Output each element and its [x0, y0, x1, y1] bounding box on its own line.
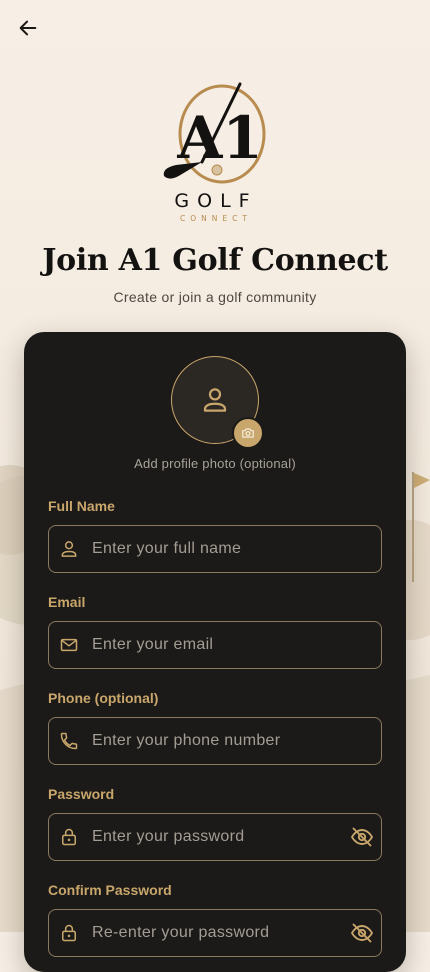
- page-subtitle: Create or join a golf community: [113, 289, 317, 305]
- camera-badge[interactable]: [232, 417, 264, 449]
- password-input[interactable]: [92, 814, 322, 860]
- eye-off-icon: [350, 923, 374, 943]
- full-name-field[interactable]: [48, 525, 382, 573]
- password-visibility-toggle[interactable]: [349, 824, 375, 850]
- full-name-label: Full Name: [48, 498, 115, 514]
- person-icon: [59, 539, 79, 559]
- phone-icon: [59, 731, 79, 751]
- signup-card: Add profile photo (optional) Full Name E…: [24, 332, 406, 972]
- full-name-input[interactable]: [92, 526, 322, 572]
- password-field[interactable]: [48, 813, 382, 861]
- confirm-password-field[interactable]: [48, 909, 382, 957]
- person-icon: [203, 388, 227, 412]
- password-label: Password: [48, 786, 115, 802]
- logo-wordmark: GOLF: [174, 190, 257, 212]
- mail-icon: [59, 635, 79, 655]
- app-logo: A1 GOLF CONNECT: [163, 82, 266, 223]
- profile-photo-caption: Add profile photo (optional): [134, 456, 296, 471]
- confirm-password-visibility-toggle[interactable]: [349, 920, 375, 946]
- lock-icon: [59, 827, 79, 847]
- arrow-left-icon: [19, 20, 37, 36]
- eye-off-icon: [350, 827, 374, 847]
- phone-field[interactable]: [48, 717, 382, 765]
- page-title: Join A1 Golf Connect: [42, 243, 388, 278]
- phone-input[interactable]: [92, 718, 322, 764]
- camera-icon: [242, 428, 254, 438]
- logo-mark-text: A1: [176, 104, 262, 172]
- confirm-password-label: Confirm Password: [48, 882, 172, 898]
- email-label: Email: [48, 594, 86, 610]
- email-input[interactable]: [92, 622, 322, 668]
- logo-tagline: CONNECT: [180, 214, 252, 223]
- back-button[interactable]: [14, 14, 42, 42]
- lock-icon: [59, 923, 79, 943]
- phone-label: Phone (optional): [48, 690, 159, 706]
- email-field[interactable]: [48, 621, 382, 669]
- confirm-password-input[interactable]: [92, 910, 322, 956]
